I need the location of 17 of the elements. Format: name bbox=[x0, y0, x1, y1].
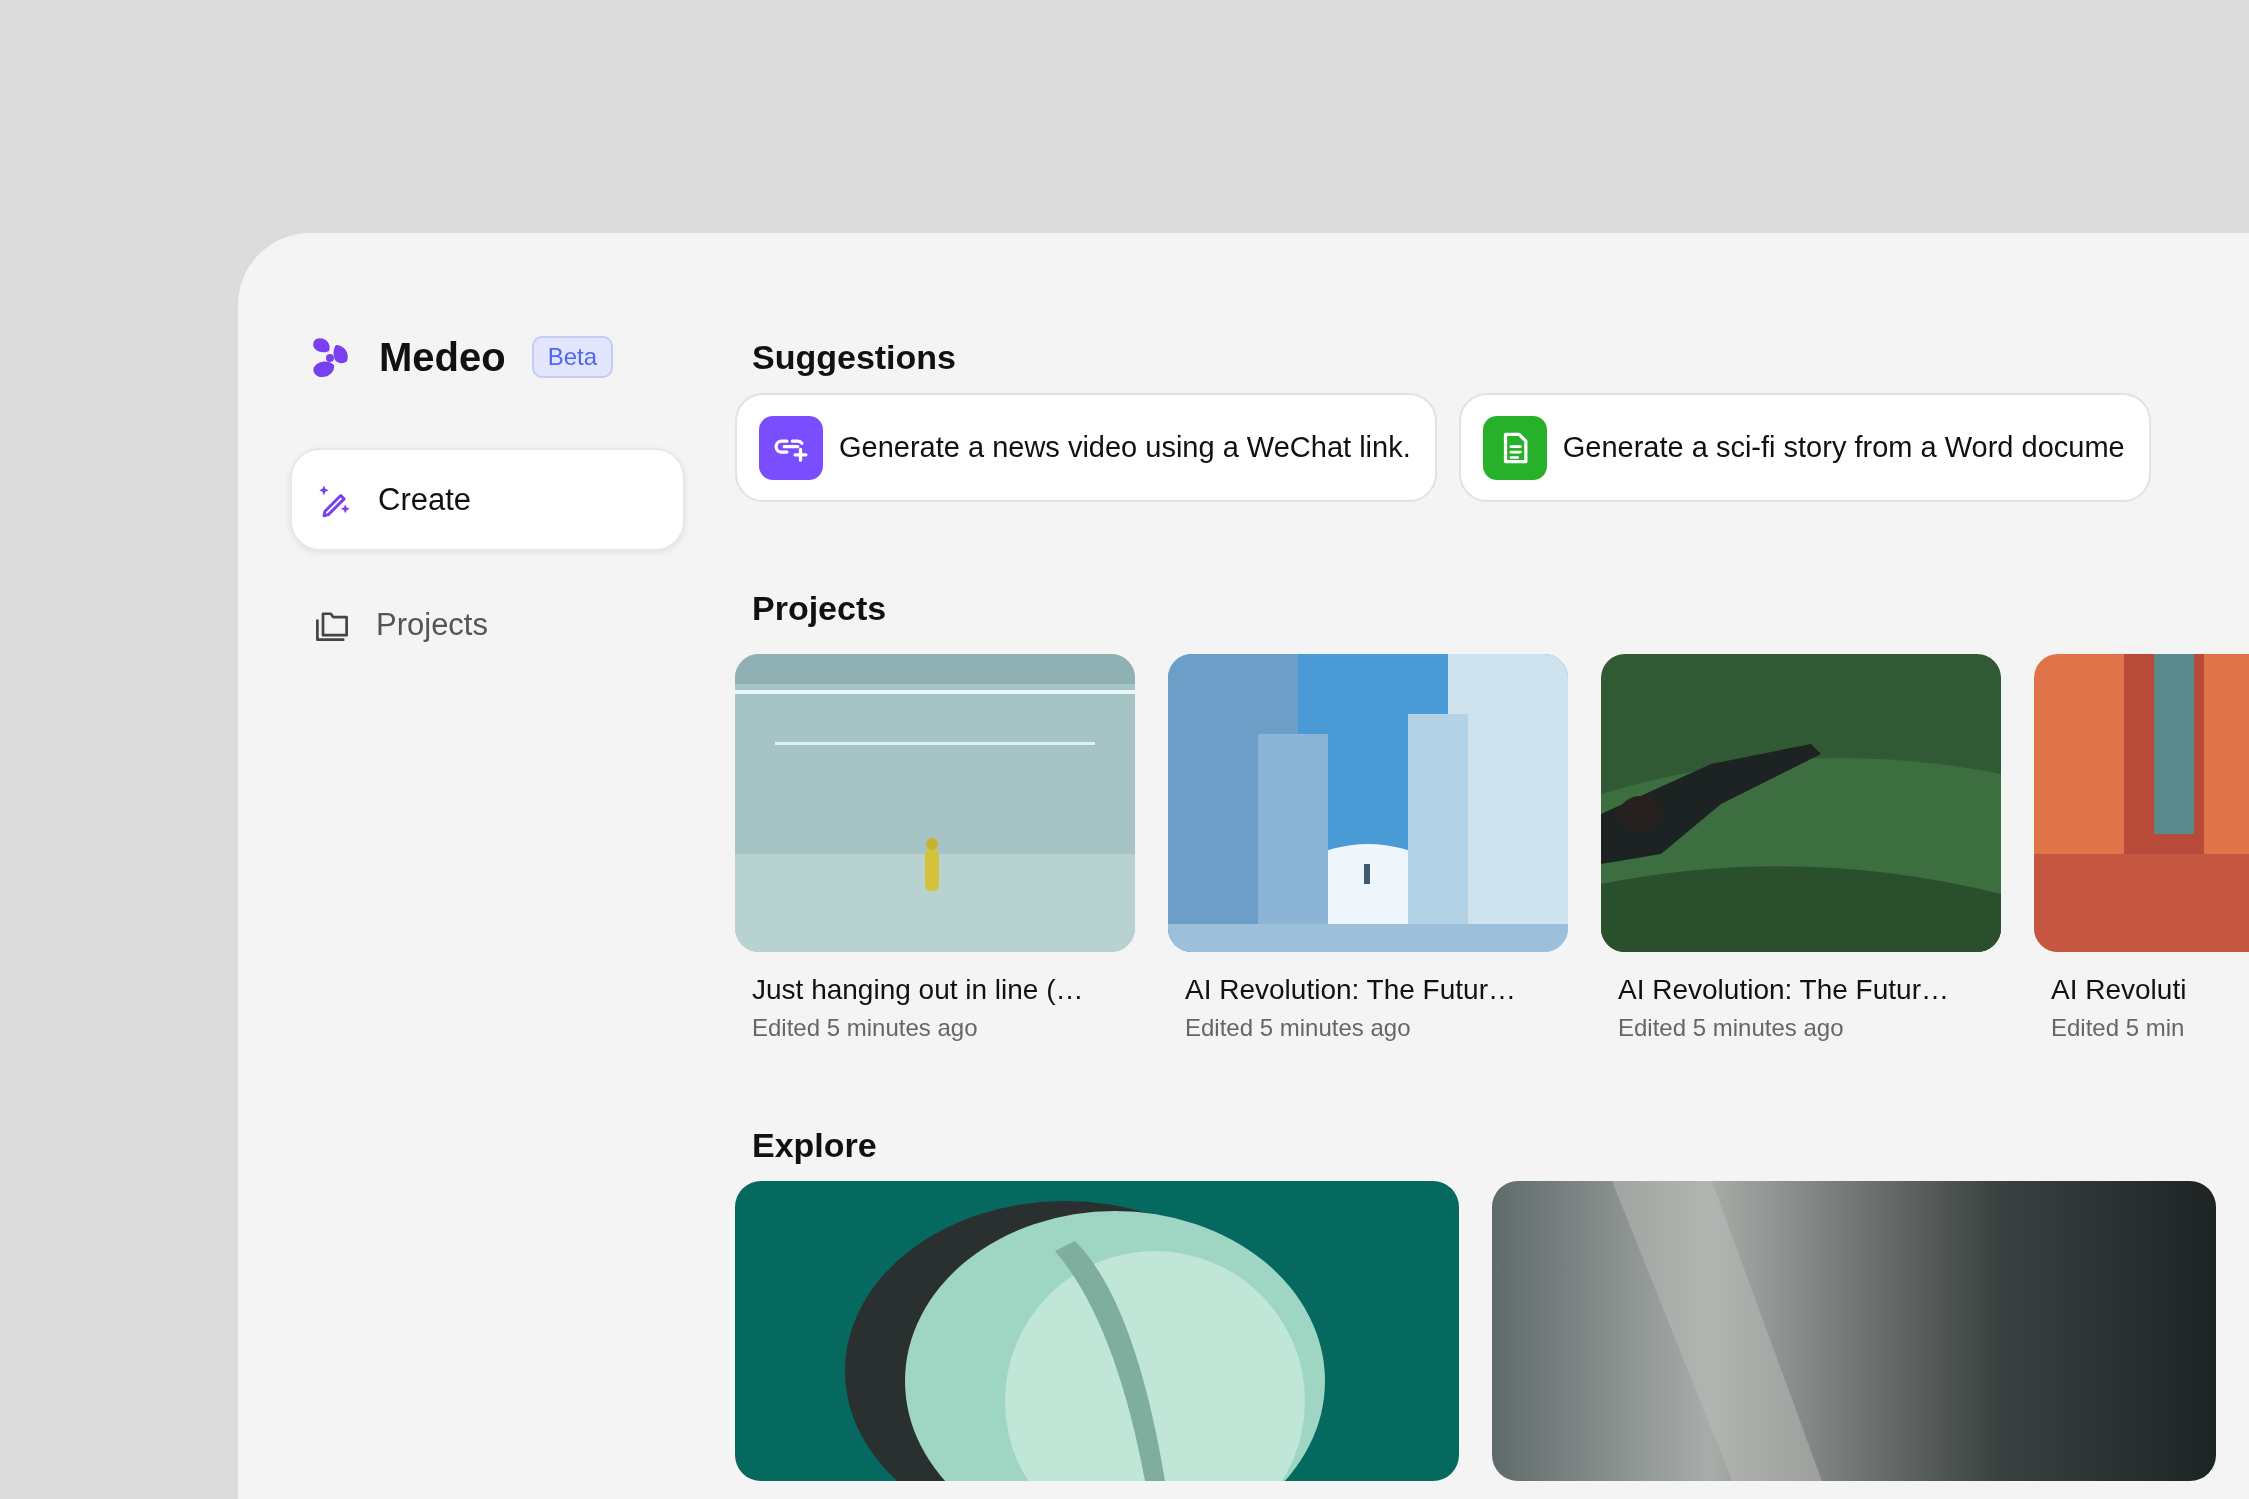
nav-item[interactable]: Projects bbox=[290, 573, 685, 676]
project-title: AI Revolution: The Futur… bbox=[1618, 974, 1950, 1006]
section-heading: Suggestions bbox=[752, 337, 958, 378]
suggestion-chip[interactable]: Generate a sci-fi story from a Word docume bbox=[1458, 393, 2151, 502]
beta-badge: Beta bbox=[531, 336, 614, 378]
project-title: AI Revoluti bbox=[2051, 974, 2188, 1006]
nav-item[interactable]: Create bbox=[290, 448, 685, 551]
edited-time: Edited 5 min bbox=[2051, 1014, 2186, 1042]
suggestion-chip[interactable]: Generate a news video using a WeChat link. bbox=[735, 393, 1437, 502]
edited-time: Edited 5 minutes ago bbox=[752, 1014, 979, 1042]
project-title: Just hanging out in line (… bbox=[752, 974, 1085, 1006]
section-heading: Explore bbox=[752, 1125, 878, 1166]
edited-time: Edited 5 minutes ago bbox=[1185, 1014, 1412, 1042]
brand-name: Medeo bbox=[379, 334, 506, 380]
project-title: AI Revolution: The Futur… bbox=[1185, 974, 1517, 1006]
edited-time: Edited 5 minutes ago bbox=[1618, 1014, 1845, 1042]
section-heading: Projects bbox=[752, 588, 888, 629]
